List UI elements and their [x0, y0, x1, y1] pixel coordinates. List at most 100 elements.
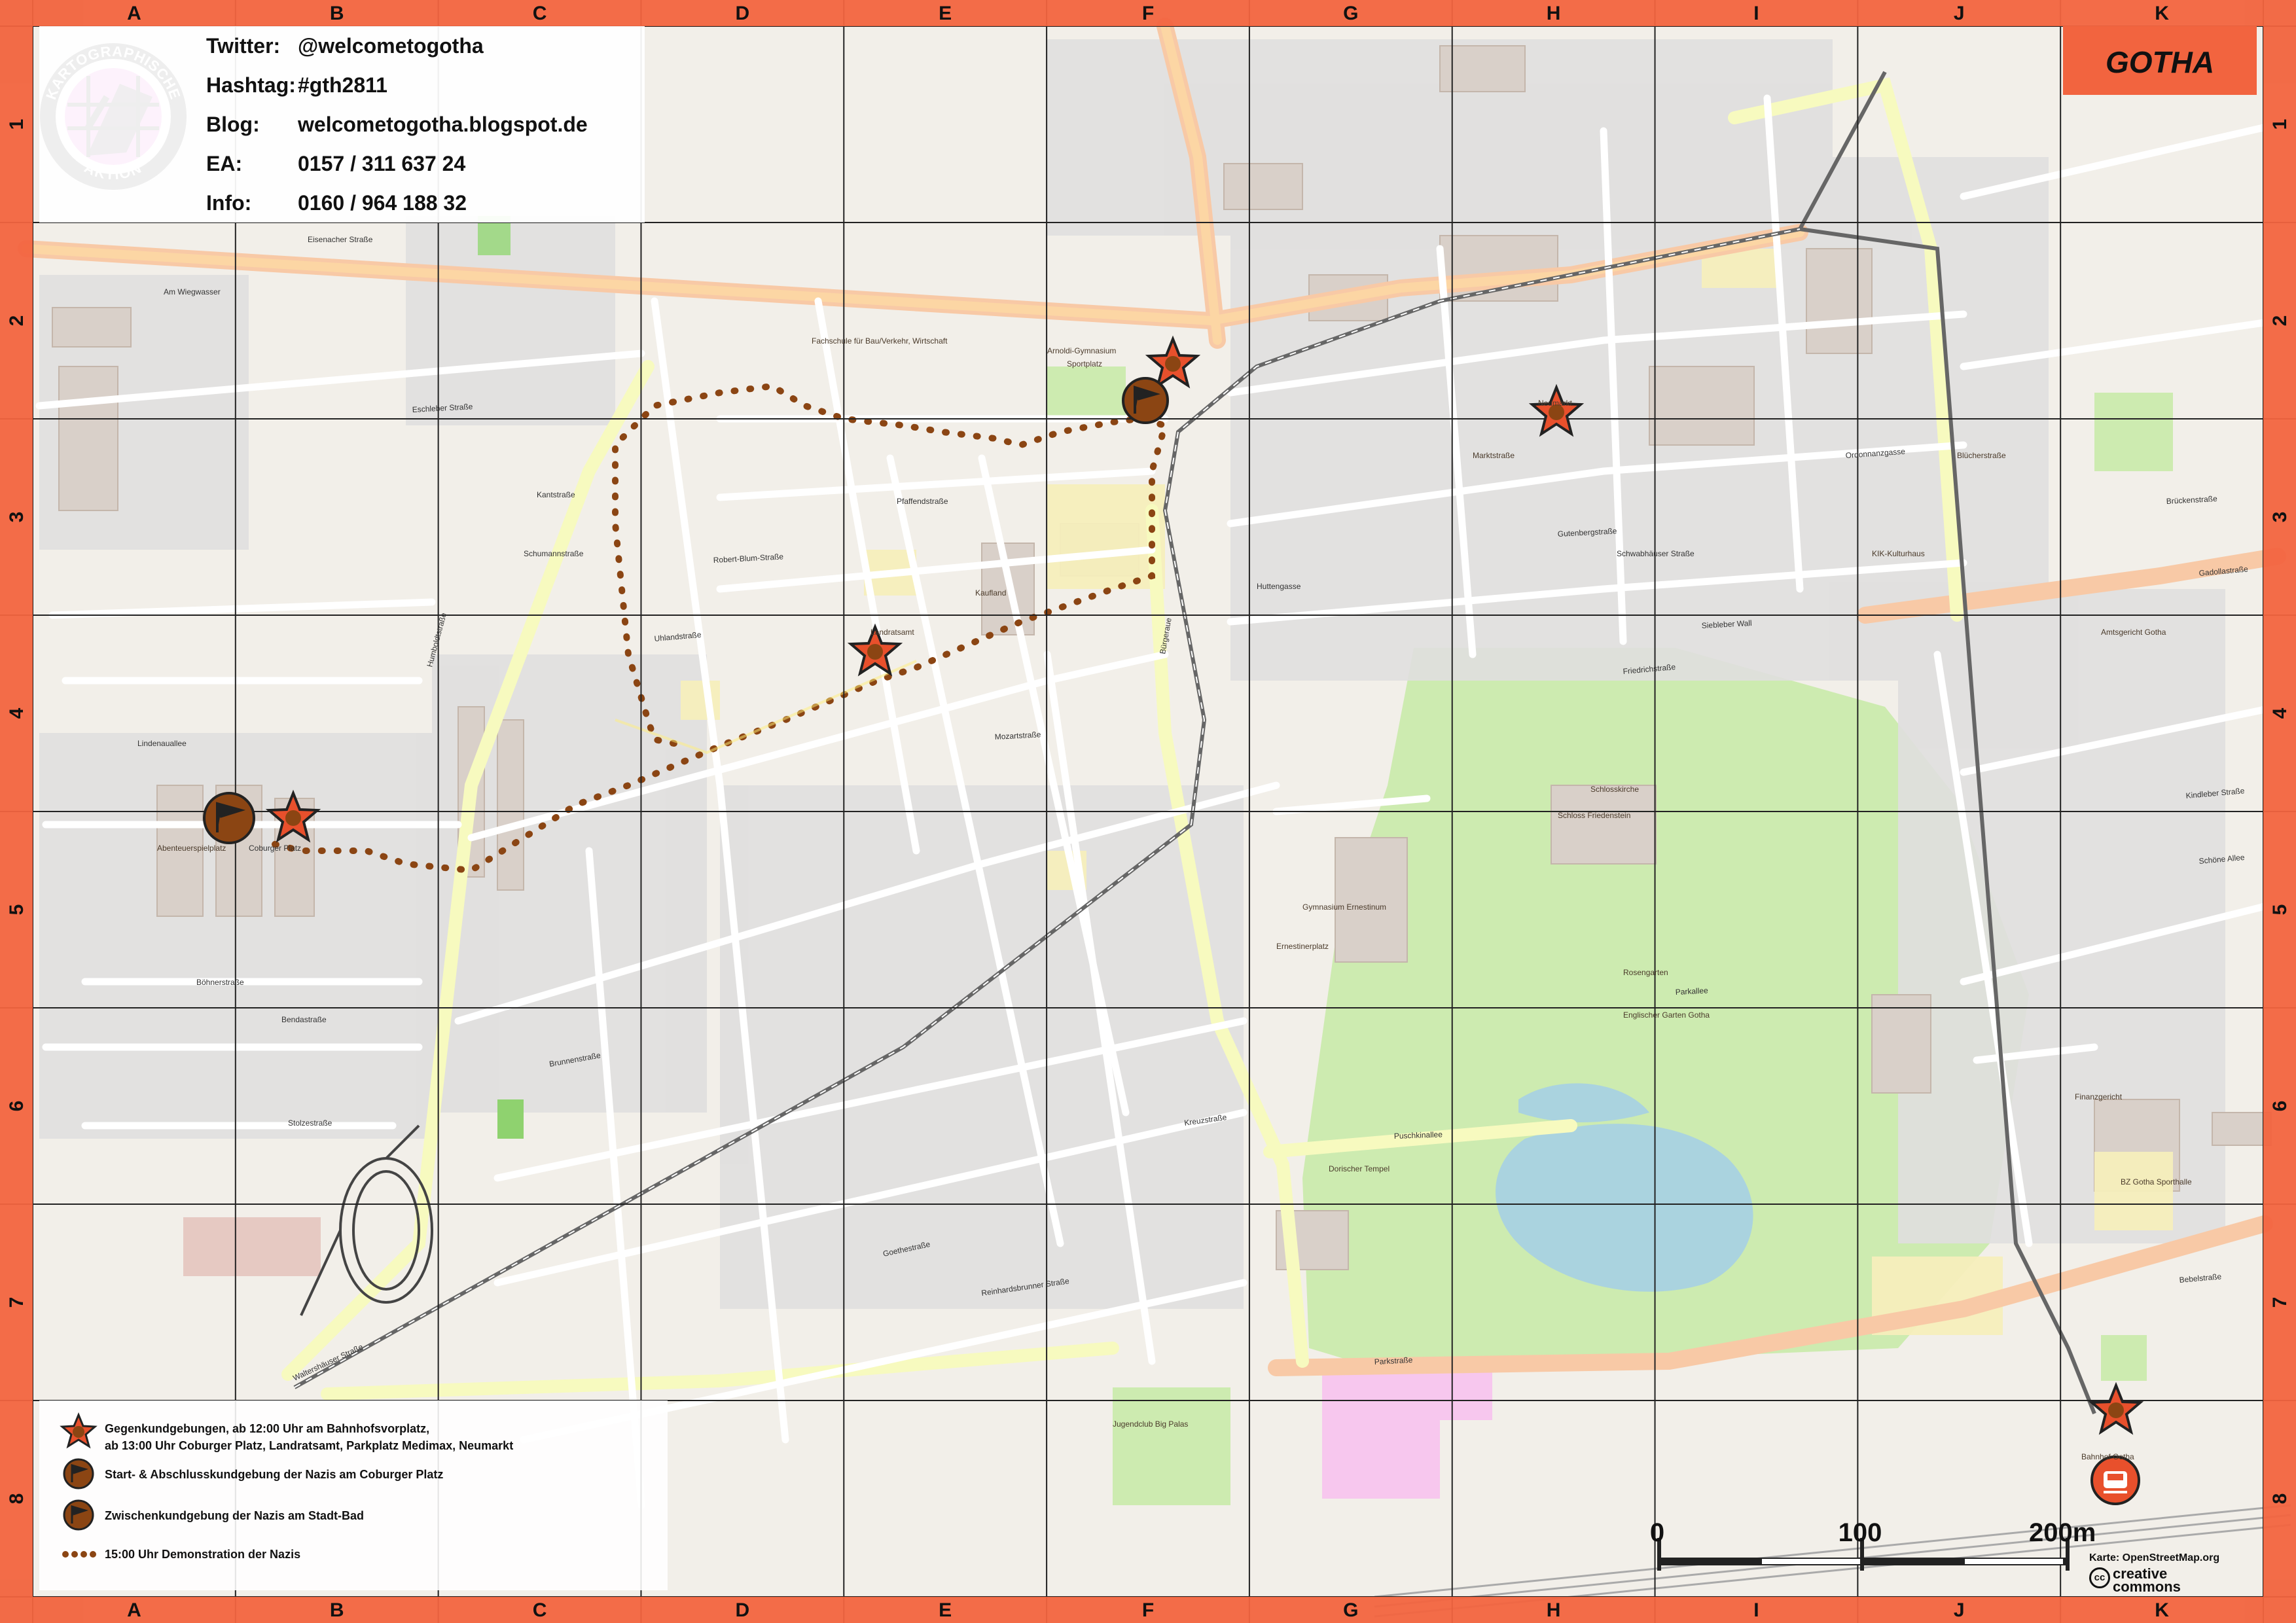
info-label: Hashtag: — [206, 73, 296, 97]
place-label: Schlosskirche — [1590, 785, 1639, 794]
map-credit: Karte: OpenStreetMap.org — [2089, 1552, 2220, 1563]
grid-row-label: 1 — [6, 119, 27, 130]
grid-row-label: 2 — [2269, 315, 2291, 327]
place-label: BZ Gotha Sporthalle — [2121, 1177, 2192, 1186]
place-label: Ernestinerplatz — [1276, 942, 1329, 951]
grid-row-label: 6 — [6, 1101, 27, 1112]
grid-row-label: 1 — [2269, 119, 2291, 130]
street-label: Stolzestraße — [288, 1118, 332, 1128]
start-rally-flag-icon — [63, 1458, 94, 1489]
info-row: Info: 0160 / 964 188 32 — [206, 191, 467, 215]
place-label: KIK-Kulturhaus — [1872, 549, 1925, 558]
info-value: 0160 / 964 188 32 — [298, 191, 467, 215]
grid-column-label: A — [127, 3, 141, 24]
grid-row-label: 8 — [2269, 1493, 2291, 1505]
legend-item-counter-protest: Gegenkundgebungen, ab 12:00 Uhr am Bahnh… — [105, 1422, 514, 1452]
street-label: Schumannstraße — [524, 549, 584, 558]
scale-label-0: 0 — [1649, 1518, 1665, 1547]
street-label: Schwabhäuser Straße — [1617, 549, 1695, 558]
map-title-box: GOTHA — [2063, 26, 2257, 95]
grid-column-label: A — [127, 1599, 141, 1621]
info-label: Twitter: — [206, 34, 281, 58]
info-row: Blog: welcometogotha.blogspot.de — [206, 113, 588, 137]
info-row: EA: 0157 / 311 637 24 — [206, 152, 465, 176]
grid-row-label: 7 — [6, 1297, 27, 1308]
grid-column-label: G — [1343, 3, 1358, 24]
info-value: welcometogotha.blogspot.de — [298, 113, 588, 136]
info-row: Twitter: @welcometogotha — [206, 34, 484, 58]
grid-column-label: D — [736, 1599, 750, 1621]
grid-column-label: D — [736, 3, 750, 24]
counter-protest-star-icon — [60, 1412, 98, 1449]
place-label: Sportplatz — [1067, 359, 1102, 368]
grid-row-label: 7 — [2269, 1297, 2291, 1308]
grid-row-label: 4 — [2269, 707, 2291, 719]
grid-row-label: 5 — [2269, 904, 2291, 916]
place-label: Abenteuerspielplatz — [157, 844, 226, 853]
info-label: Info: — [206, 191, 252, 215]
cc-icon: cc — [2089, 1567, 2110, 1588]
info-label: Blog: — [206, 113, 260, 136]
info-row: Hashtag:#gth2811 — [206, 73, 387, 98]
street-label: Kantstraße — [537, 490, 575, 499]
place-label: Gymnasium Ernestinum — [1302, 902, 1386, 912]
place-label: Englischer Garten Gotha — [1623, 1010, 1710, 1020]
grid-column-label: C — [533, 1599, 547, 1621]
grid-column-label: I — [1753, 1599, 1759, 1621]
grid-column-label: K — [2155, 3, 2169, 24]
start-rally-marker — [203, 792, 255, 844]
place-label: Blücherstraße — [1957, 451, 2006, 460]
grid-column-label: C — [533, 3, 547, 24]
street-label: Puschkinallee — [1394, 1130, 1443, 1141]
place-label: Arnoldi-Gymnasium — [1047, 346, 1116, 355]
gotha-map: A A B B C C D D E E F F G G H H I I J J K K 1 1 2 2 3 3 4 4 5 5 6 6 7 7 8 8 — [0, 0, 2296, 1623]
grid-column-label: G — [1343, 1599, 1358, 1621]
place-label: Jugendclub Big Palas — [1113, 1419, 1188, 1429]
grid-column-label: F — [1142, 3, 1154, 24]
place-label: Rosengarten — [1623, 968, 1668, 977]
street-label: Böhnerstraße — [196, 978, 244, 987]
grid-column-label: E — [939, 1599, 952, 1621]
grid-column-label: B — [330, 3, 344, 24]
grid-column-label: J — [1954, 1599, 1965, 1621]
license-badge: cc creative commons — [2089, 1567, 2181, 1594]
scale-label-100: 100 — [1838, 1518, 1882, 1547]
legend-item-march: 15:00 Uhr Demonstration der Nazis — [105, 1548, 301, 1561]
grid-column-label: H — [1547, 1599, 1561, 1621]
map-title: GOTHA — [2105, 45, 2215, 79]
license-text: creative commons — [2113, 1565, 2181, 1595]
place-label: Bahnhof Gotha — [2081, 1452, 2134, 1461]
grid-column-label: I — [1753, 3, 1759, 24]
info-value: 0157 / 311 637 24 — [298, 152, 466, 175]
info-value: #gth2811 — [298, 73, 387, 97]
legend-item-interim-rally: Zwischenkundgebung der Nazis am Stadt-Ba… — [105, 1509, 365, 1522]
grid-row-label: 2 — [6, 315, 27, 327]
grid-row-label: 4 — [6, 707, 27, 719]
place-label: Schloss Friedenstein — [1558, 811, 1630, 820]
train-station-marker — [2090, 1455, 2140, 1505]
place-label: Landratsamt — [870, 628, 914, 637]
grid-column-label: B — [330, 1599, 344, 1621]
street-label: Pfaffendstraße — [897, 497, 948, 506]
info-value: @welcometogotha — [298, 34, 484, 58]
street-label: Eisenacher Straße — [308, 235, 373, 244]
interim-rally-marker — [1122, 377, 1169, 424]
place-label: Fachschule für Bau/Verkehr, Wirtschaft — [812, 336, 948, 346]
scale-label-200m: 200m — [2029, 1518, 2096, 1547]
grid-column-label: H — [1547, 3, 1561, 24]
legend: Gegenkundgebungen, ab 12:00 Uhr am Bahnh… — [39, 1400, 668, 1590]
grid-column-label: E — [939, 3, 952, 24]
grid-row-label: 5 — [6, 904, 27, 916]
street-label: Parkallee — [1675, 986, 1708, 997]
march-route-dots-icon — [62, 1551, 96, 1558]
info-label: EA: — [206, 152, 243, 175]
street-label: Huttengasse — [1257, 582, 1301, 591]
place-label: Finanzgericht — [2075, 1092, 2123, 1101]
street-label: Lindenauallee — [137, 739, 187, 748]
place-label: Kaufland — [975, 588, 1006, 597]
street-label: Coburger Platz — [249, 844, 301, 853]
grid-column-label: J — [1954, 3, 1965, 24]
legend-item-start-rally: Start- & Abschlusskundgebung der Nazis a… — [105, 1468, 444, 1481]
interim-rally-flag-icon — [63, 1499, 94, 1531]
street-label: Bendastraße — [281, 1015, 327, 1024]
